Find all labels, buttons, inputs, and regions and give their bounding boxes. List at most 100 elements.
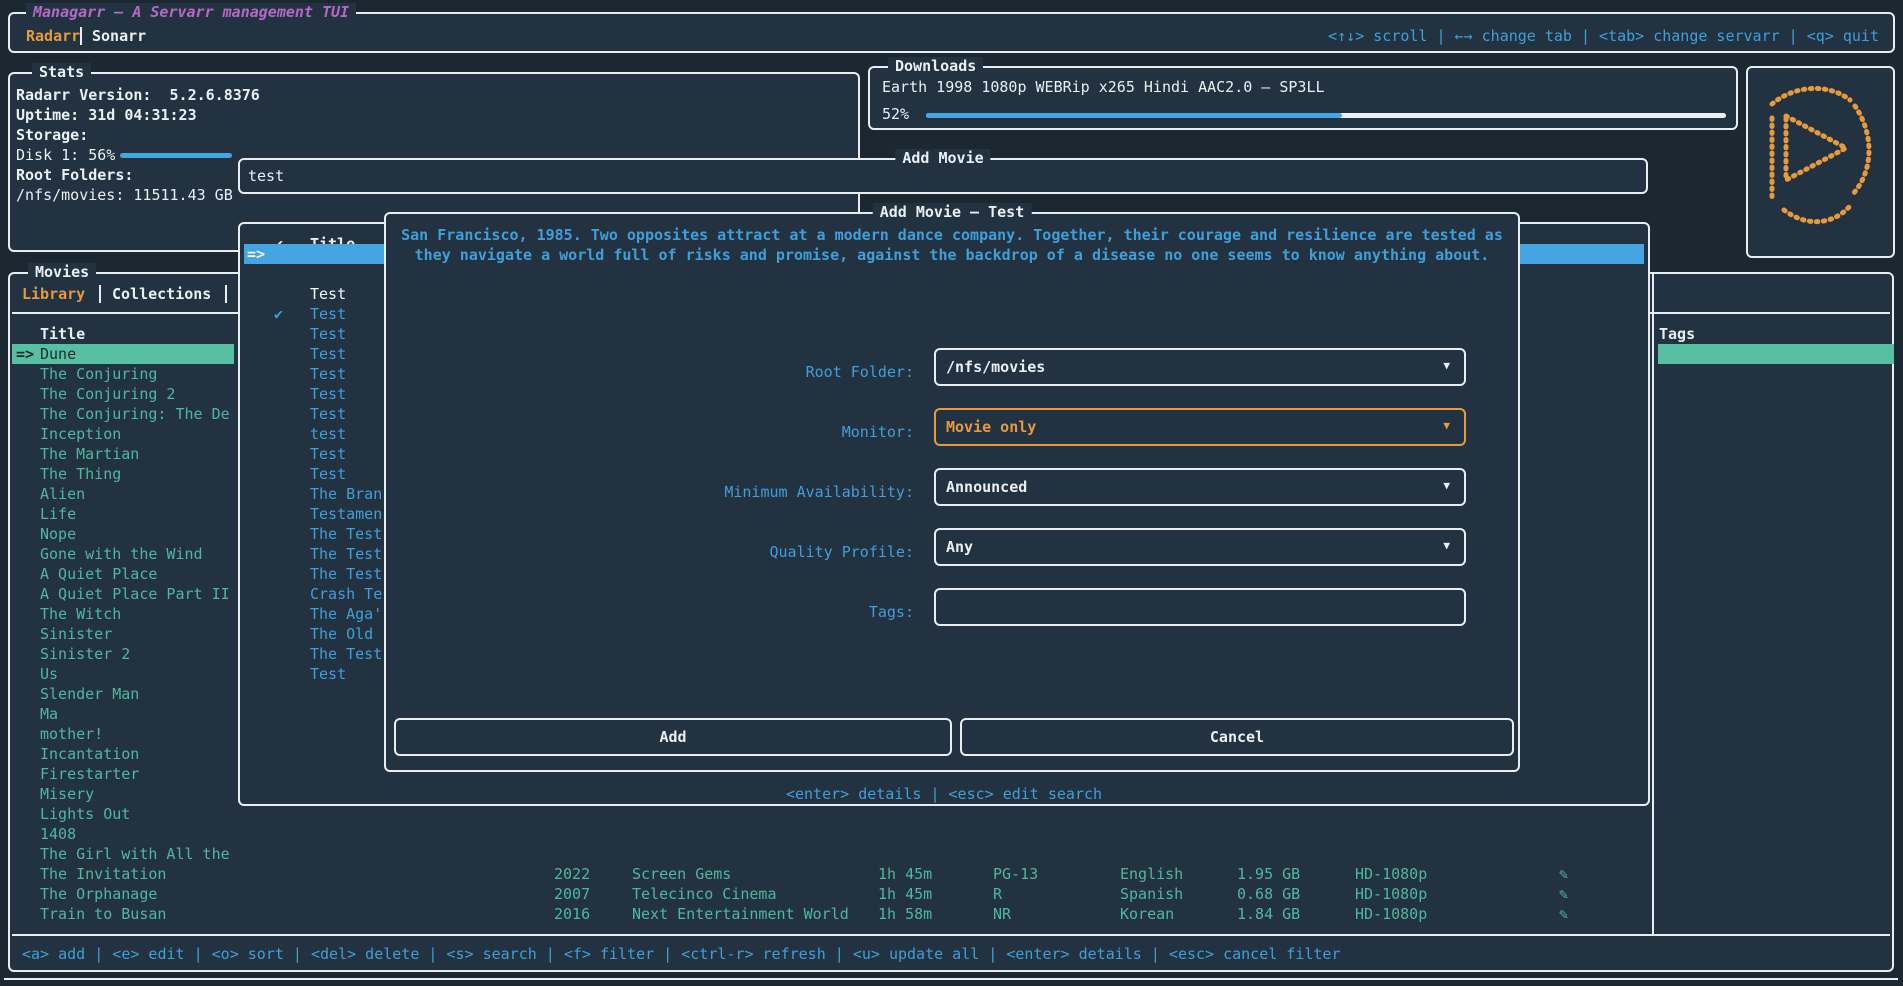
field-dropdown[interactable]: Announced ▼	[934, 468, 1466, 506]
managarr-app: Managarr – A Servarr management TUI Rada…	[0, 0, 1903, 986]
movie-detail-row[interactable]: 2007 Telecinco Cinema 1h 45m R Spanish 0…	[10, 884, 1650, 904]
movie-list-item[interactable]: mother!	[12, 724, 234, 744]
movie-list-item[interactable]: The Conjuring	[12, 364, 234, 384]
app-title: Managarr – A Servarr management TUI	[26, 3, 356, 21]
movie-quality-profile: HD-1080p	[1355, 884, 1427, 904]
movie-list-item[interactable]: Incantation	[12, 744, 234, 764]
field-label: Tags:	[869, 598, 914, 626]
movie-studio: Screen Gems	[632, 864, 731, 884]
tags-column-divider	[1652, 274, 1654, 934]
movie-list-item[interactable]: Misery	[12, 784, 234, 804]
field-label: Root Folder:	[806, 358, 914, 386]
logo-panel	[1746, 66, 1895, 258]
movie-list-item[interactable]: Sinister	[12, 624, 234, 644]
movie-list-item[interactable]: A Quiet Place Part II	[12, 584, 234, 604]
tab-collections[interactable]: Collections	[112, 284, 211, 304]
movie-title: The Martian	[40, 445, 139, 463]
movie-title: Sinister 2	[40, 645, 130, 663]
movie-title: Misery	[40, 785, 94, 803]
field-dropdown[interactable]	[934, 588, 1466, 626]
tab-library[interactable]: Library	[22, 284, 85, 304]
movie-list-item[interactable]: Sinister 2	[12, 644, 234, 664]
movie-list-item[interactable]: The Thing	[12, 464, 234, 484]
movie-list-item[interactable]: A Quiet Place	[12, 564, 234, 584]
chevron-down-icon: ▼	[1443, 539, 1450, 552]
movie-certification: PG-13	[993, 864, 1038, 884]
movie-title: Lights Out	[40, 805, 130, 823]
movie-list-item[interactable]: The Martian	[12, 444, 234, 464]
add-movie-modal: Add Movie – Test San Francisco, 1985. Tw…	[384, 212, 1520, 772]
movie-detail-row[interactable]: 2016 Next Entertainment World 1h 58m NR …	[10, 904, 1650, 924]
movie-certification: R	[993, 884, 1002, 904]
movie-year: 2016	[554, 904, 590, 924]
movie-title: Sinister	[40, 625, 112, 643]
download-progressbar	[926, 113, 1726, 118]
movie-list-item[interactable]: Life	[12, 504, 234, 524]
movie-list-item[interactable]: Slender Man	[12, 684, 234, 704]
selection-arrow: =>	[16, 344, 34, 364]
search-input[interactable]: test	[248, 166, 284, 186]
tab-divider	[225, 285, 227, 303]
movie-language: Spanish	[1120, 884, 1183, 904]
movie-overview-line1: San Francisco, 1985. Two opposites attra…	[386, 225, 1518, 245]
movie-list-item[interactable]: The Girl with All the	[12, 844, 234, 864]
movie-detail-row[interactable]: 2022 Screen Gems 1h 45m PG-13 English 1.…	[10, 864, 1650, 884]
root-folder-value: /nfs/movies: 11511.43 GB	[16, 185, 233, 205]
movie-title: 1408	[40, 825, 76, 843]
movie-list-item[interactable]: Us	[12, 664, 234, 684]
movie-list-item[interactable]: Gone with the Wind	[12, 544, 234, 564]
chevron-down-icon: ▼	[1443, 479, 1450, 492]
tab-radarr[interactable]: Radarr	[26, 26, 80, 46]
cancel-button[interactable]: Cancel	[960, 718, 1514, 756]
title-column-header: Title	[40, 324, 85, 344]
movie-list-item[interactable]: Alien	[12, 484, 234, 504]
disk-usage: Disk 1: 56%	[16, 145, 115, 165]
movie-detail-rows: 2022 Screen Gems 1h 45m PG-13 English 1.…	[10, 864, 1650, 924]
app-bottom-border	[4, 978, 1898, 980]
movie-list-item[interactable]: Inception	[12, 424, 234, 444]
header-panel: Managarr – A Servarr management TUI Rada…	[8, 12, 1895, 53]
keybar-separator	[12, 934, 1890, 936]
movie-list-item[interactable]: Nope	[12, 524, 234, 544]
field-value: Movie only	[946, 417, 1036, 437]
modal-buttons: Add Cancel	[386, 718, 1518, 756]
movie-title: Us	[40, 665, 58, 683]
movies-title: Movies	[28, 263, 96, 281]
movie-title: Life	[40, 505, 76, 523]
movie-overview-line2: they navigate a world full of risks and …	[386, 245, 1518, 265]
movie-list-item[interactable]: Dune	[12, 344, 234, 364]
movie-runtime: 1h 58m	[878, 904, 932, 924]
global-keybinds: <↑↓> scroll | ←→ change tab | <tab> chan…	[1328, 26, 1879, 46]
storage-label: Storage:	[16, 125, 88, 145]
result-selection-arrow: =>	[247, 244, 265, 264]
movie-quality-profile: HD-1080p	[1355, 904, 1427, 924]
movie-title: The Conjuring	[40, 365, 157, 383]
movie-list-item[interactable]: Firestarter	[12, 764, 234, 784]
movie-list-item[interactable]: The Conjuring: The De	[12, 404, 234, 424]
movie-list: Dune The Conjuring The Conjuring 2 The C…	[12, 344, 234, 924]
add-button[interactable]: Add	[394, 718, 952, 756]
tab-sonarr[interactable]: Sonarr	[92, 26, 146, 46]
movie-list-item[interactable]: 1408	[12, 824, 234, 844]
movie-list-item[interactable]: The Conjuring 2	[12, 384, 234, 404]
field-value: /nfs/movies	[946, 357, 1045, 377]
movie-list-item[interactable]: Ma	[12, 704, 234, 724]
movie-title: The Conjuring 2	[40, 385, 175, 403]
movie-runtime: 1h 45m	[878, 884, 932, 904]
movie-title: Slender Man	[40, 685, 139, 703]
result-title: Test	[310, 664, 346, 684]
movie-list-item[interactable]: Lights Out	[12, 804, 234, 824]
form-row: Monitor: Movie only ▼	[386, 402, 1518, 462]
movie-title: Firestarter	[40, 765, 139, 783]
field-dropdown[interactable]: Any ▼	[934, 528, 1466, 566]
field-dropdown[interactable]: Movie only ▼	[934, 408, 1466, 446]
movie-language: Korean	[1120, 904, 1174, 924]
movie-title: The Thing	[40, 465, 121, 483]
radarr-version: Radarr Version: 5.2.6.8376	[16, 85, 260, 105]
selected-row-tags-highlight	[1658, 344, 1894, 364]
field-dropdown[interactable]: /nfs/movies ▼	[934, 348, 1466, 386]
movie-list-item[interactable]: The Witch	[12, 604, 234, 624]
library-keybinds: <a> add | <e> edit | <o> sort | <del> de…	[22, 944, 1341, 964]
movie-size: 0.68 GB	[1237, 884, 1300, 904]
downloads-panel: Downloads Earth 1998 1080p WEBRip x265 H…	[868, 66, 1738, 130]
